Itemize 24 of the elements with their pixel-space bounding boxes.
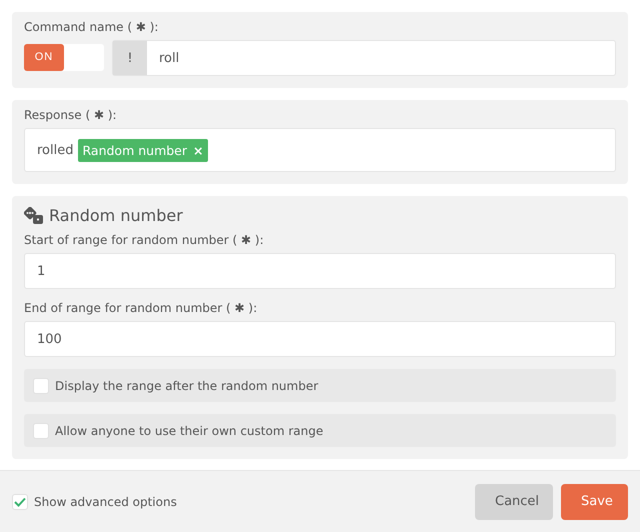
save-button[interactable]: Save [561,484,628,520]
response-field[interactable]: rolled Random number × [24,128,616,172]
dice-icon [24,206,44,224]
section-title: Random number [49,206,183,225]
field-label: Start of range for random number ( ✱ ): [24,233,265,247]
checkbox[interactable] [33,378,49,394]
checkbox-label: Display the range after the random number [55,378,318,392]
checkbox[interactable] [33,422,49,438]
response-text: rolled [36,142,74,158]
prefix-label: ! [113,41,147,75]
checkbox[interactable] [12,494,28,510]
option-row[interactable]: Allow anyone to use their own custom range [24,414,616,447]
command-field[interactable]: ! roll [112,40,616,76]
field-label: Response ( ✱ ): [24,108,118,122]
cancel-button[interactable]: Cancel [475,484,553,520]
number-field[interactable]: 1 [24,253,616,289]
option-row[interactable]: Display the range after the random number [24,369,616,402]
toggle-switch[interactable]: ON [24,44,104,71]
number-field[interactable]: 100 [24,321,616,357]
field-label: End of range for random number ( ✱ ): [24,301,258,315]
checkbox-label: Allow anyone to use their own custom range [55,424,324,438]
checkbox-label: Show advanced options [34,494,177,508]
variable-tag: Random number × [78,138,208,162]
field-label: Command name ( ✱ ): [24,20,160,34]
